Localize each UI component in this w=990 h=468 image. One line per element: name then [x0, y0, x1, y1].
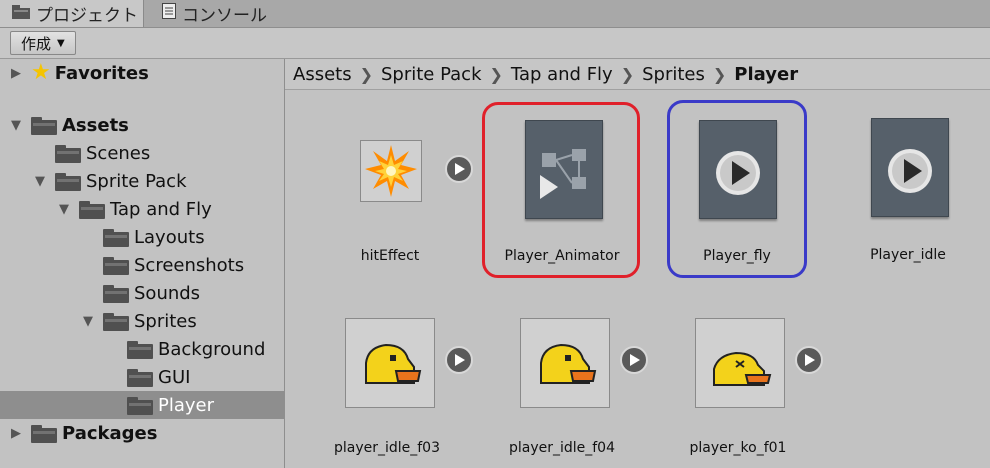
chick-sprite-icon [365, 343, 422, 384]
tree-label: GUI [158, 366, 191, 388]
tree-label: Sprites [134, 310, 197, 332]
tree-item-screenshots[interactable]: Screenshots [0, 251, 284, 279]
asset-player-animator[interactable] [525, 120, 603, 219]
chevron-right-icon: ❯ [489, 64, 503, 84]
tree-item-sounds[interactable]: Sounds [0, 279, 284, 307]
project-tree: ▶ ★ Favorites ▼ Assets Scenes ▼ Sprite P… [0, 59, 285, 468]
asset-label: Player_fly [703, 248, 771, 264]
create-button-label: 作成 [21, 34, 52, 53]
tab-bar: プロジェクト コンソール [0, 0, 990, 28]
folder-icon [127, 396, 153, 415]
tree-label: Tap and Fly [110, 198, 212, 220]
tab-console-label: コンソール [182, 6, 267, 26]
breadcrumb-item[interactable]: Sprite Pack [381, 64, 482, 85]
folder-icon [55, 172, 81, 191]
asset-label: hitEffect [360, 248, 420, 264]
tree-label: Sprite Pack [86, 170, 187, 192]
folder-icon [127, 368, 153, 387]
breadcrumb-item[interactable]: Player [734, 64, 798, 85]
tree-item-background[interactable]: Background [0, 335, 284, 363]
breadcrumb-item[interactable]: Sprites [642, 64, 705, 85]
animation-clip-icon [888, 149, 932, 193]
collapse-arrow-icon[interactable]: ▼ [57, 202, 71, 217]
chevron-right-icon: ❯ [620, 64, 635, 84]
dropdown-arrow-icon: ▼ [57, 37, 65, 49]
tree-label: Layouts [134, 226, 205, 248]
console-icon [162, 3, 176, 24]
collapse-arrow-icon[interactable]: ▼ [9, 118, 23, 133]
tree-label: Assets [62, 114, 129, 136]
asset-player-fly[interactable] [699, 120, 777, 219]
folder-icon [31, 116, 57, 135]
asset-player-idle-f03[interactable] [345, 318, 435, 408]
explosion-icon [365, 145, 417, 197]
play-icon[interactable] [445, 155, 473, 183]
folder-icon [103, 228, 129, 247]
breadcrumb-item[interactable]: Tap and Fly [511, 64, 613, 85]
asset-player-ko-f01[interactable] [695, 318, 785, 408]
asset-player-idle[interactable] [871, 118, 949, 217]
play-icon[interactable] [445, 346, 473, 374]
tree-item-player[interactable]: Player [0, 391, 284, 419]
tree-label: Favorites [54, 62, 149, 84]
tree-label: Player [158, 394, 215, 416]
tree-label: Packages [62, 422, 158, 444]
animator-controller-icon [540, 149, 586, 199]
tree-item-scenes[interactable]: Scenes [0, 139, 284, 167]
asset-label: Player_Animator [504, 248, 620, 264]
tree-item-gui[interactable]: GUI [0, 363, 284, 391]
create-button[interactable]: 作成 ▼ [10, 31, 76, 55]
breadcrumb: Assets ❯ Sprite Pack ❯ Tap and Fly ❯ Spr… [285, 59, 990, 90]
asset-label: player_idle_f04 [508, 440, 616, 456]
play-icon[interactable] [620, 346, 648, 374]
tab-project-label: プロジェクト [36, 6, 138, 26]
chevron-right-icon: ❯ [712, 64, 727, 84]
chevron-right-icon: ❯ [359, 64, 373, 84]
asset-label: Player_idle [870, 247, 946, 263]
expand-arrow-icon[interactable]: ▶ [9, 426, 23, 441]
star-icon: ★ [31, 60, 51, 85]
asset-label: player_idle_f03 [333, 440, 441, 456]
tree-item-tap-and-fly[interactable]: ▼ Tap and Fly [0, 195, 284, 223]
asset-player-idle-f04[interactable] [520, 318, 610, 408]
play-icon[interactable] [795, 346, 823, 374]
expand-arrow-icon[interactable]: ▶ [9, 66, 23, 81]
folder-icon [127, 340, 153, 359]
folder-icon [103, 256, 129, 275]
tree-item-sprite-pack[interactable]: ▼ Sprite Pack [0, 167, 284, 195]
breadcrumb-item[interactable]: Assets [293, 64, 352, 85]
tree-label: Scenes [86, 142, 151, 164]
tab-project[interactable]: プロジェクト [0, 0, 144, 27]
collapse-arrow-icon[interactable]: ▼ [81, 314, 95, 329]
chick-sprite-icon [540, 343, 597, 384]
folder-icon [12, 4, 30, 24]
collapse-arrow-icon[interactable]: ▼ [33, 174, 47, 189]
folder-icon [55, 144, 81, 163]
toolbar: 作成 ▼ [0, 28, 990, 59]
asset-grid: hitEffect Player_Animator Player_fly Pla… [285, 90, 990, 468]
folder-icon [103, 312, 129, 331]
tree-item-packages[interactable]: ▶ Packages [0, 419, 284, 447]
hit-effect-thumbnail [360, 140, 422, 202]
tree-item-layouts[interactable]: Layouts [0, 223, 284, 251]
tree-item-sprites[interactable]: ▼ Sprites [0, 307, 284, 335]
chick-ko-sprite-icon [713, 351, 772, 386]
folder-icon [103, 284, 129, 303]
tree-item-assets[interactable]: ▼ Assets [0, 111, 284, 139]
tab-console[interactable]: コンソール [150, 0, 290, 27]
folder-icon [31, 424, 57, 443]
tree-label: Background [158, 338, 266, 360]
tree-label: Screenshots [134, 254, 245, 276]
asset-hit-effect[interactable] [360, 140, 422, 202]
tree-label: Sounds [134, 282, 201, 304]
asset-label: player_ko_f01 [689, 440, 787, 456]
folder-icon [79, 200, 105, 219]
animation-clip-icon [716, 151, 760, 195]
tree-item-favorites[interactable]: ▶ ★ Favorites [0, 59, 284, 87]
